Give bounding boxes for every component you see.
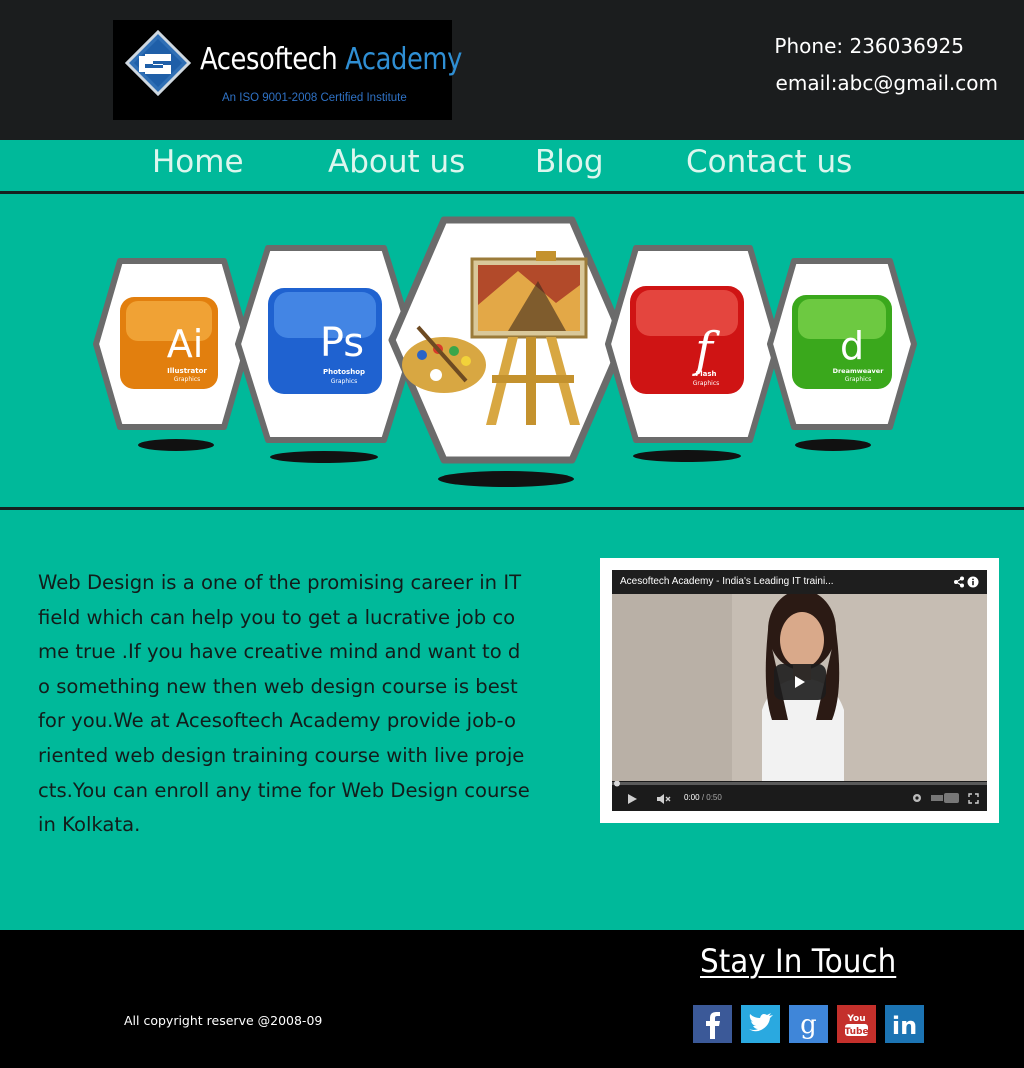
time-total: / 0:50 xyxy=(701,793,722,802)
time-current: 0:00 xyxy=(684,793,700,802)
video-progress-bar[interactable] xyxy=(612,781,987,787)
course-web-design[interactable] xyxy=(388,215,628,465)
linkedin-button[interactable]: in xyxy=(885,1005,924,1043)
course-dreamweaver[interactable]: d Dreamweaver Graphics xyxy=(766,255,918,433)
flash-icon: f Flash Graphics xyxy=(630,286,744,394)
intro-line: cts.You can enroll any time for Web Desi… xyxy=(38,778,530,802)
intro-line: riented web design training course with … xyxy=(38,743,525,767)
video-time: 0:00 / 0:50 xyxy=(684,793,722,802)
hex-shadow xyxy=(270,451,378,463)
hero-divider-bottom xyxy=(0,507,1024,510)
copyright-text: All copyright reserve @2008-09 xyxy=(124,1013,323,1028)
course-name: Dreamweaver xyxy=(833,367,885,375)
site-logo[interactable]: Acesoftech Academy An ISO 9001-2008 Cert… xyxy=(113,20,462,120)
intro-line: Web Design is a one of the promising car… xyxy=(38,571,522,594)
logo-name: Acesoftech Academy xyxy=(200,42,462,77)
course-sub: Graphics xyxy=(331,378,358,385)
share-icon[interactable] xyxy=(953,576,965,588)
youtube-logo-icon[interactable] xyxy=(930,792,960,804)
svg-text:You: You xyxy=(846,1014,865,1024)
hex-shadow xyxy=(633,450,741,462)
main-nav: Home About us Blog Contact us xyxy=(0,140,1024,192)
play-icon[interactable] xyxy=(626,793,638,805)
video-embed[interactable]: Acesoftech Academy - India's Leading IT … xyxy=(600,558,999,823)
svg-text:g: g xyxy=(800,1010,817,1040)
intro-line: for you.We at Acesoftech Academy provide… xyxy=(38,709,516,733)
hex-shadow xyxy=(438,471,574,487)
hex-shadow xyxy=(138,439,214,451)
youtube-icon: You Tube xyxy=(837,1005,876,1043)
stay-in-touch-heading: Stay In Touch xyxy=(700,942,897,980)
site-header: Acesoftech Academy An ISO 9001-2008 Cert… xyxy=(0,0,1024,140)
video-player[interactable]: Acesoftech Academy - India's Leading IT … xyxy=(612,570,987,811)
intro-line: o something new then web design course i… xyxy=(38,674,518,698)
facebook-button[interactable] xyxy=(693,1005,732,1043)
course-letters: d xyxy=(840,324,864,368)
mute-icon[interactable] xyxy=(656,793,672,805)
facebook-icon xyxy=(693,1005,732,1043)
course-sub: Graphics xyxy=(845,376,872,383)
settings-gear-icon[interactable] xyxy=(912,793,922,803)
phone-number: Phone: 236036925 xyxy=(774,34,964,58)
svg-text:Tube: Tube xyxy=(844,1027,868,1037)
email-address[interactable]: email:abc@gmail.com xyxy=(776,71,998,95)
course-flash[interactable]: f Flash Graphics xyxy=(604,242,782,446)
logo-mark-icon xyxy=(125,30,191,96)
course-name: Illustrator xyxy=(167,367,207,375)
linkedin-icon: in xyxy=(885,1005,924,1043)
dreamweaver-icon: d Dreamweaver Graphics xyxy=(792,295,892,389)
fullscreen-icon[interactable] xyxy=(968,793,979,804)
nav-home[interactable]: Home xyxy=(152,144,244,180)
course-hero: Ai Illustrator Graphics Ps Photoshop Gra… xyxy=(0,197,1024,507)
nav-contact-us[interactable]: Contact us xyxy=(686,144,852,180)
course-name: Photoshop xyxy=(323,368,365,376)
google-plus-button[interactable]: g xyxy=(789,1005,828,1043)
video-title[interactable]: Acesoftech Academy - India's Leading IT … xyxy=(620,576,834,587)
hex-shadow xyxy=(795,439,871,451)
video-controls: 0:00 / 0:50 xyxy=(612,781,987,811)
nav-about-us[interactable]: About us xyxy=(328,144,465,180)
illustrator-icon: Ai Illustrator Graphics xyxy=(120,297,218,389)
intro-line: in Kolkata. xyxy=(38,813,141,837)
course-sub: Graphics xyxy=(693,380,720,387)
google-plus-icon: g xyxy=(789,1005,828,1043)
info-icon[interactable] xyxy=(967,576,979,588)
play-overlay-button[interactable] xyxy=(774,664,826,700)
logo-name-part2: Academy xyxy=(345,42,462,77)
photoshop-icon: Ps Photoshop Graphics xyxy=(268,288,382,394)
video-title-bar: Acesoftech Academy - India's Leading IT … xyxy=(612,570,987,594)
intro-line: me true .If you have creative mind and w… xyxy=(38,640,521,664)
nav-divider-top xyxy=(0,191,1024,194)
intro-line: field which can help you to get a lucrat… xyxy=(38,605,516,629)
logo-name-part1: Acesoftech xyxy=(200,42,338,77)
svg-text:in: in xyxy=(892,1012,917,1040)
logo-tagline: An ISO 9001-2008 Certified Institute xyxy=(222,92,407,104)
nav-blog[interactable]: Blog xyxy=(535,144,604,180)
course-name: Flash xyxy=(695,370,716,378)
course-letters: Ps xyxy=(320,320,364,366)
course-sub: Graphics xyxy=(174,376,201,383)
site-footer: All copyright reserve @2008-09 Stay In T… xyxy=(0,930,1024,1068)
youtube-button[interactable]: You Tube xyxy=(837,1005,876,1043)
twitter-button[interactable] xyxy=(741,1005,780,1043)
twitter-icon xyxy=(741,1005,780,1043)
intro-paragraph: Web Design is a one of the promising car… xyxy=(38,566,578,843)
course-illustrator[interactable]: Ai Illustrator Graphics xyxy=(92,255,252,433)
page: Acesoftech Academy An ISO 9001-2008 Cert… xyxy=(0,0,1024,1068)
course-letters: Ai xyxy=(167,322,204,366)
